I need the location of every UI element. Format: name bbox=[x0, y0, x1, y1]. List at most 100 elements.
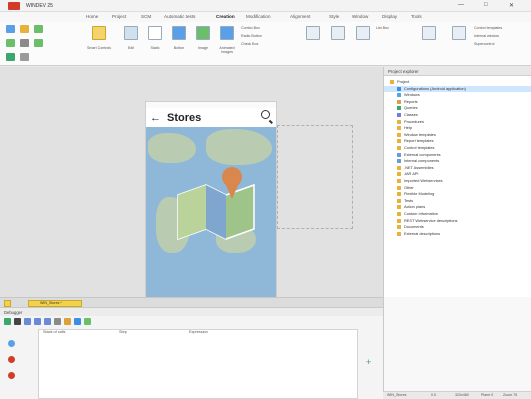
minimize-button[interactable]: — bbox=[458, 2, 464, 8]
tree-item-label: REST Webservice descriptions bbox=[404, 217, 458, 223]
tree-item[interactable]: Windows bbox=[384, 92, 531, 98]
tree-item-label: Internal components bbox=[404, 158, 440, 164]
image-icon[interactable] bbox=[196, 26, 210, 40]
back-arrow-icon[interactable]: ← bbox=[150, 112, 161, 124]
tree-item[interactable]: Queries bbox=[384, 105, 531, 111]
tree-item[interactable]: Window templates bbox=[384, 132, 531, 138]
search-icon[interactable] bbox=[261, 110, 270, 119]
document-tabs: WIN_Stores * bbox=[0, 297, 383, 307]
tab-project[interactable]: Project bbox=[112, 14, 126, 19]
tree-item[interactable]: External descriptions bbox=[384, 231, 531, 237]
tree-item[interactable]: Flexible Modeling bbox=[384, 191, 531, 197]
tree-item[interactable]: Help bbox=[384, 125, 531, 131]
list-box-button[interactable]: List Box bbox=[376, 26, 389, 30]
tab-automatic-tests[interactable]: Automatic tests bbox=[164, 14, 195, 19]
window-editor[interactable]: ← Stores bbox=[0, 67, 383, 302]
go-debug-icon[interactable] bbox=[4, 318, 11, 325]
tab-style[interactable]: Style bbox=[329, 14, 339, 19]
folder-icon bbox=[397, 225, 401, 230]
tab-modification[interactable]: Modification bbox=[246, 14, 271, 19]
redo-icon[interactable] bbox=[20, 53, 29, 61]
phone-preview[interactable]: ← Stores bbox=[145, 101, 277, 302]
status-plane: Plane 0 bbox=[481, 393, 494, 397]
edit-icon[interactable] bbox=[124, 26, 138, 40]
tree-item[interactable]: Internal components bbox=[384, 158, 531, 164]
check-box-button[interactable]: Check Box bbox=[241, 42, 258, 46]
error-icon[interactable] bbox=[8, 356, 15, 363]
tree-item[interactable]: External components bbox=[384, 152, 531, 158]
variable-icon[interactable] bbox=[84, 318, 91, 325]
folder-icon bbox=[397, 231, 401, 236]
tree-item[interactable]: Project bbox=[384, 79, 531, 85]
tree-item[interactable]: Control templates bbox=[384, 145, 531, 151]
smart-controls-icon[interactable] bbox=[92, 26, 106, 40]
folded-map-icon bbox=[177, 167, 255, 241]
folder-icon bbox=[397, 178, 401, 183]
looper-icon[interactable] bbox=[331, 26, 345, 40]
button-icon[interactable] bbox=[172, 26, 186, 40]
list-box-icon[interactable] bbox=[306, 26, 320, 40]
project-icon[interactable] bbox=[4, 300, 11, 307]
tree-item-label: Configurations (Android application) bbox=[404, 85, 466, 91]
undo-icon[interactable] bbox=[6, 53, 15, 61]
build-icon[interactable] bbox=[6, 39, 15, 47]
tab-control-icon[interactable] bbox=[422, 26, 436, 40]
table-icon[interactable] bbox=[356, 26, 370, 40]
tree-item[interactable]: Other bbox=[384, 185, 531, 191]
close-button[interactable]: ✕ bbox=[509, 2, 514, 9]
tree-item[interactable]: JAR API bbox=[384, 171, 531, 177]
step-over-icon[interactable] bbox=[34, 318, 41, 325]
watch-icon[interactable] bbox=[64, 318, 71, 325]
tree-item[interactable]: Classes bbox=[384, 112, 531, 118]
edit-label: Edit bbox=[127, 46, 135, 50]
tree-item[interactable]: Imported Webservices bbox=[384, 178, 531, 184]
tab-home[interactable]: Home bbox=[86, 14, 98, 19]
tree-item[interactable]: Action plans bbox=[384, 204, 531, 210]
stack-icon[interactable] bbox=[8, 340, 15, 347]
step-into-icon[interactable] bbox=[24, 318, 31, 325]
save-icon[interactable] bbox=[34, 25, 43, 33]
breakpoint-icon[interactable] bbox=[54, 318, 61, 325]
maximize-button[interactable]: □ bbox=[484, 2, 488, 8]
tree-item[interactable]: Documents bbox=[384, 224, 531, 230]
control-templates-button[interactable]: Control templates bbox=[474, 26, 502, 30]
add-expression-icon[interactable]: + bbox=[366, 358, 374, 367]
tree-item[interactable]: Configurations (Android application) bbox=[384, 85, 531, 92]
combo-box-button[interactable]: Combo Box bbox=[241, 26, 260, 30]
radio-button-button[interactable]: Radio Button bbox=[241, 34, 262, 38]
project-explorer-header: Project explorer bbox=[384, 67, 531, 76]
tab-tools[interactable]: Tools bbox=[411, 14, 422, 19]
layout-icon[interactable] bbox=[452, 26, 466, 40]
test-icon[interactable] bbox=[20, 39, 29, 47]
doc-tab-win-stores[interactable]: WIN_Stores * bbox=[28, 300, 82, 307]
new-icon[interactable] bbox=[6, 25, 15, 33]
tab-window[interactable]: Window bbox=[352, 14, 368, 19]
tab-alignment[interactable]: Alignment bbox=[290, 14, 310, 19]
static-icon[interactable] bbox=[148, 26, 162, 40]
tab-scm[interactable]: SCM bbox=[141, 14, 151, 19]
tree-item[interactable]: Reports bbox=[384, 99, 531, 105]
stop-icon[interactable] bbox=[14, 318, 21, 325]
tree-item-label: Reports bbox=[404, 98, 418, 104]
step-out-icon[interactable] bbox=[44, 318, 51, 325]
expression-icon[interactable] bbox=[74, 318, 81, 325]
animated-images-icon[interactable] bbox=[220, 26, 234, 40]
go-icon[interactable] bbox=[34, 39, 43, 47]
tree-item-label: External descriptions bbox=[404, 230, 441, 236]
tree-item[interactable]: .NET Assemblies bbox=[384, 165, 531, 171]
folder-icon bbox=[397, 211, 401, 216]
debugger-grid[interactable]: Stack of calls Step Expression bbox=[38, 329, 358, 399]
internal-window-button[interactable]: Internal window bbox=[474, 34, 499, 38]
open-icon[interactable] bbox=[20, 25, 29, 33]
tree-item[interactable]: Procedures bbox=[384, 119, 531, 125]
tree-item[interactable]: Report templates bbox=[384, 138, 531, 144]
tab-display[interactable]: Display bbox=[382, 14, 397, 19]
supercontrol-button[interactable]: Supercontrol bbox=[474, 42, 494, 46]
stop-debug-icon[interactable] bbox=[8, 372, 15, 379]
tab-creation[interactable]: Creation bbox=[216, 14, 235, 19]
tree-item-label: Other bbox=[404, 184, 414, 190]
tree-item[interactable]: REST Webservice descriptions bbox=[384, 218, 531, 224]
tree-item[interactable]: Custom Information bbox=[384, 211, 531, 217]
tree-item[interactable]: Tests bbox=[384, 198, 531, 204]
button-label: Button bbox=[173, 46, 185, 50]
